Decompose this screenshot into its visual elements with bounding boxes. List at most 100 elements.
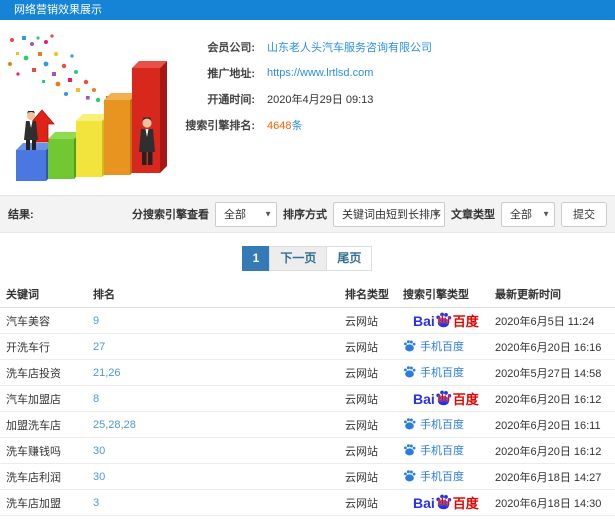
baidu-brand-text: 百度	[452, 496, 479, 511]
keyword-cell: 洗车店加盟	[6, 497, 61, 510]
page-1-button[interactable]: 1	[241, 246, 271, 271]
chevron-down-icon: ▼	[432, 209, 440, 219]
keyword-cell: 洗车赚钱吗	[6, 445, 61, 458]
header-keyword: 关键词	[6, 288, 39, 301]
promo-url-row: 推广地址: https://www.lrtlsd.com	[183, 60, 613, 86]
rank-unit: 条	[291, 120, 303, 132]
rank-cell: 30	[93, 470, 106, 483]
rank-cell: 21,26	[93, 366, 121, 379]
engine-type-cell: Bai du 手机百度	[403, 338, 495, 356]
table-row: 洗车店投资 21,26 云网站 Bai	[0, 360, 615, 386]
mobile-baidu-label: 手机百度	[420, 366, 464, 379]
baidu-logo: Bai du 百度	[413, 311, 479, 330]
table-row: 洗车店利润 30 云网站 Bai du	[0, 464, 615, 490]
mobile-baidu-badge: 手机百度	[403, 364, 464, 380]
bar-chart-figure-image	[8, 34, 167, 181]
keyword-cell: 开洗车行	[6, 341, 50, 354]
mobile-baidu-label: 手机百度	[420, 418, 464, 431]
filter-bar: 结果: 分搜索引擎查看 全部 ▼ 排序方式 关键词由短到长排序 ▼ 文章类型 全…	[0, 195, 615, 233]
updated-cell: 2020年5月27日 14:58	[495, 367, 602, 380]
next-page-button[interactable]: 下一页	[269, 246, 328, 271]
table-row: 洗车赚钱吗 30 云网站 Bai du	[0, 438, 615, 464]
growth-chart-illustration	[2, 28, 184, 193]
baidu-bai-text: Bai	[413, 494, 435, 511]
header-updated: 最新更新时间	[495, 288, 561, 301]
sort-filter-label: 排序方式	[283, 209, 327, 221]
baidu-paw-icon: du	[435, 493, 452, 510]
baidu-paw-icon: du	[435, 389, 452, 406]
engine-type-cell: Bai du 百度	[403, 493, 495, 512]
updated-cell: 2020年6月18日 14:27	[495, 471, 602, 484]
baidu-du-text: du	[437, 497, 451, 508]
baidu-bai-text: Bai	[413, 312, 435, 329]
engine-type-cell: Bai du 手机百度	[403, 468, 495, 486]
article-type-value: 全部	[510, 209, 532, 221]
keyword-cell: 汽车美容	[6, 315, 50, 328]
updated-cell: 2020年6月20日 16:12	[495, 393, 602, 406]
mobile-baidu-paw-icon	[404, 340, 416, 352]
article-type-select[interactable]: 全部 ▼	[501, 201, 555, 227]
rank-type-cell: 云网站	[345, 367, 378, 380]
submit-button[interactable]: 提交	[561, 201, 607, 227]
updated-cell: 2020年6月20日 16:11	[495, 419, 601, 432]
mobile-baidu-badge: 手机百度	[403, 468, 464, 484]
header-rank: 排名	[93, 288, 115, 301]
mobile-baidu-label: 手机百度	[420, 470, 464, 483]
baidu-paw-icon: du	[435, 311, 452, 328]
open-time-value: 2020年4月29日 09:13	[267, 94, 374, 106]
engine-rank-value: 4648条	[267, 117, 302, 133]
rank-type-cell: 云网站	[345, 419, 378, 432]
baidu-du-text: du	[437, 315, 451, 326]
rank-cell: 8	[93, 392, 100, 405]
mobile-baidu-paw-icon	[404, 366, 416, 378]
baidu-du-text: du	[437, 393, 451, 404]
keyword-cell: 洗车店投资	[6, 367, 61, 380]
result-label: 结果:	[8, 209, 34, 221]
filter-controls: 分搜索引擎查看 全部 ▼ 排序方式 关键词由短到长排序 ▼ 文章类型 全部 ▼ …	[132, 201, 607, 227]
keyword-cell: 加盟洗车店	[6, 419, 61, 432]
mobile-baidu-paw-icon	[404, 418, 416, 430]
header-rank-type: 排名类型	[345, 288, 389, 301]
confetti-dots	[8, 34, 110, 103]
table-header-row: 关键词 排名 排名类型 搜索引擎类型 最新更新时间	[0, 280, 615, 308]
baidu-logo: Bai du 百度	[413, 389, 479, 408]
mobile-baidu-label: 手机百度	[420, 340, 464, 353]
marketing-report-page: 网络营销效果展示 会员公司: 山东老人头汽车服务咨询有限公司 推广地址: htt…	[0, 0, 615, 520]
rank-type-cell: 云网站	[345, 445, 378, 458]
rank-cell: 30	[93, 444, 106, 457]
member-company-row: 会员公司: 山东老人头汽车服务咨询有限公司	[183, 34, 613, 60]
updated-cell: 2020年6月20日 16:12	[495, 445, 602, 458]
engine-rank-label: 搜索引擎排名:	[185, 120, 255, 132]
table-row: 汽车美容 9 云网站 Bai du 百度 2020年6月5日 11:24	[0, 308, 615, 334]
baidu-brand-text: 百度	[452, 314, 479, 329]
keyword-rank-table: 关键词 排名 排名类型 搜索引擎类型 最新更新时间 汽车美容 9 云网站 Bai	[0, 280, 615, 516]
account-info-section: 会员公司: 山东老人头汽车服务咨询有限公司 推广地址: https://www.…	[0, 20, 615, 195]
engine-filter-select[interactable]: 全部 ▼	[215, 201, 277, 227]
engine-type-cell: Bai du 手机百度	[403, 364, 495, 382]
rank-cell: 25,28,28	[93, 418, 136, 431]
engine-type-cell: Bai du 百度	[403, 311, 495, 330]
rank-type-cell: 云网站	[345, 315, 378, 328]
updated-cell: 2020年6月5日 11:24	[495, 315, 595, 328]
member-company-label: 会员公司:	[207, 42, 255, 54]
updated-cell: 2020年6月20日 16:16	[495, 341, 602, 354]
last-page-button[interactable]: 尾页	[326, 246, 373, 271]
promo-url-label: 推广地址:	[207, 68, 255, 80]
engine-type-cell: Bai du 手机百度	[403, 416, 495, 434]
chevron-down-icon: ▼	[264, 209, 272, 219]
engine-filter-label: 分搜索引擎查看	[132, 209, 209, 221]
rank-cell: 27	[93, 340, 106, 353]
mobile-baidu-paw-icon	[404, 470, 416, 482]
account-info-list: 会员公司: 山东老人头汽车服务咨询有限公司 推广地址: https://www.…	[183, 34, 613, 138]
baidu-brand-text: 百度	[452, 392, 479, 407]
engine-filter-value: 全部	[224, 209, 246, 221]
member-company-link[interactable]: 山东老人头汽车服务咨询有限公司	[267, 39, 432, 55]
engine-type-cell: Bai du 手机百度	[403, 442, 495, 460]
keyword-cell: 汽车加盟店	[6, 393, 61, 406]
mobile-baidu-badge: 手机百度	[403, 416, 464, 432]
mobile-baidu-badge: 手机百度	[403, 442, 464, 458]
sort-filter-select[interactable]: 关键词由短到长排序 ▼	[333, 201, 445, 227]
mobile-baidu-label: 手机百度	[420, 444, 464, 457]
pagination: 1 下一页 尾页	[0, 233, 615, 280]
promo-url-link[interactable]: https://www.lrtlsd.com	[267, 67, 373, 79]
